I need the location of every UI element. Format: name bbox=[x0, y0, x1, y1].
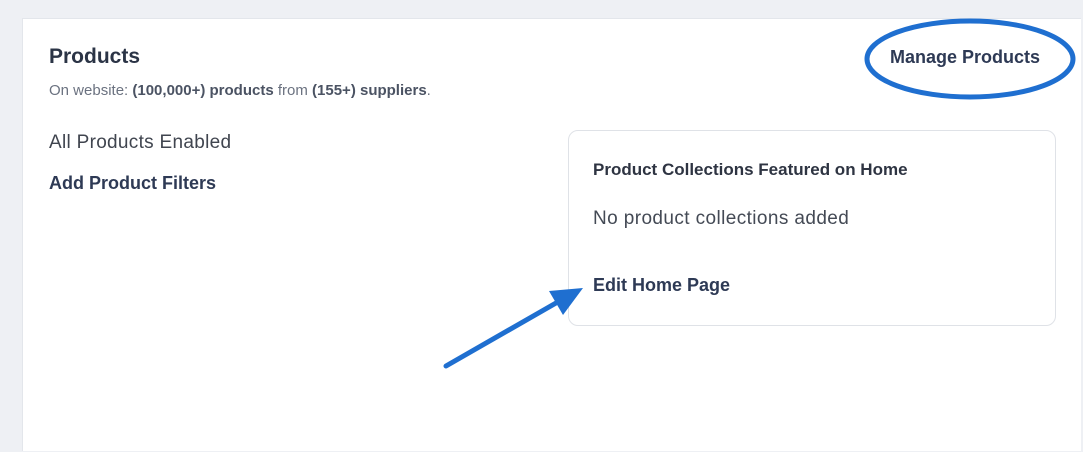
products-status: All Products Enabled bbox=[49, 132, 232, 153]
summary-suffix: . bbox=[426, 82, 431, 99]
summary-prefix: On website: bbox=[49, 82, 133, 99]
add-product-filters-link[interactable]: Add Product Filters bbox=[49, 173, 216, 194]
summary-middle: from bbox=[273, 82, 313, 99]
manage-products-link[interactable]: Manage Products bbox=[890, 47, 1040, 68]
supplier-count: (155+) suppliers bbox=[312, 82, 427, 99]
edit-home-page-link[interactable]: Edit Home Page bbox=[593, 275, 730, 296]
page-title: Products bbox=[49, 45, 141, 68]
products-summary: On website: (100,000+) products from (15… bbox=[49, 82, 431, 99]
featured-collections-title: Product Collections Featured on Home bbox=[593, 160, 908, 179]
product-count: (100,000+) products bbox=[132, 82, 274, 99]
featured-collections-empty-state: No product collections added bbox=[593, 208, 850, 229]
